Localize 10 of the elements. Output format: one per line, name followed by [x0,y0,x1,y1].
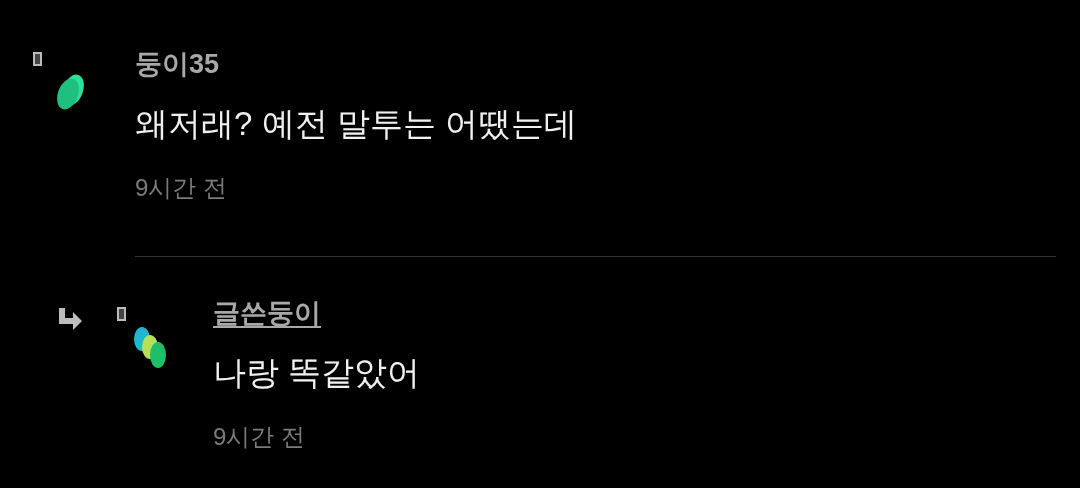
author-name[interactable]: 둥이35 [135,46,220,82]
comment-time: 9시간 전 [135,173,227,203]
missing-glyph-icon [33,52,42,66]
comment-text: 왜저래? 예전 말투는 어땠는데 [135,104,577,144]
reply-arrow-icon [57,307,83,331]
missing-glyph-icon [117,307,126,321]
author-name[interactable]: 글쓴둥이 [213,295,321,331]
avatar-icon [133,325,169,371]
comment-text: 나랑 똑같았어 [213,353,421,393]
comment-time: 9시간 전 [213,422,305,452]
